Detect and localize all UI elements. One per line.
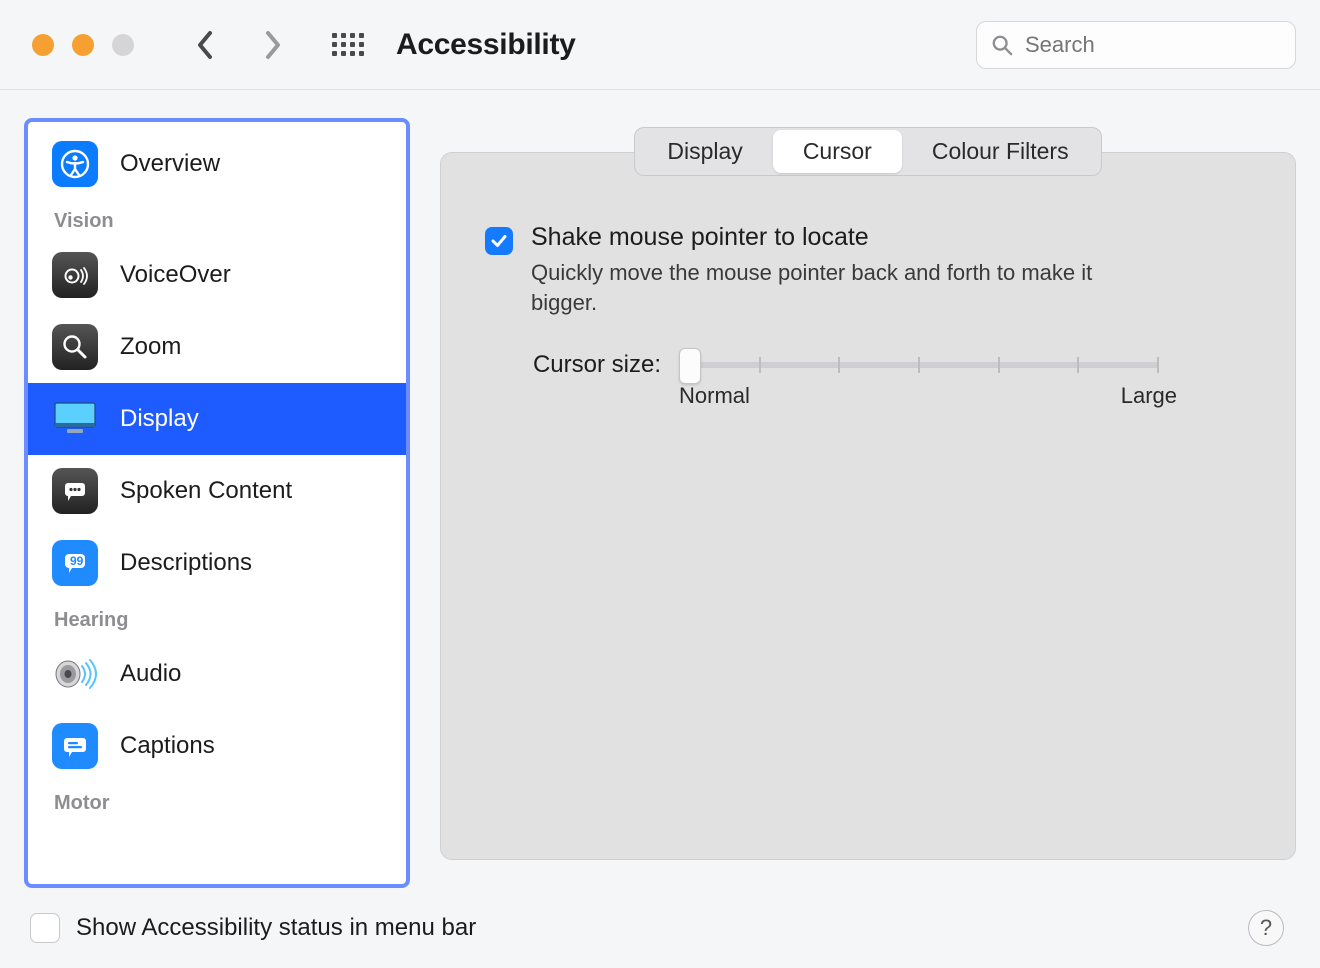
sidebar-item-overview[interactable]: Overview (28, 128, 406, 200)
sidebar-item-label: VoiceOver (120, 261, 231, 289)
svg-text:99: 99 (70, 554, 84, 568)
section-vision: Vision (28, 200, 406, 239)
cursor-size-label: Cursor size: (521, 351, 661, 379)
slider-min-label: Normal (679, 383, 750, 409)
slider-thumb[interactable] (679, 348, 701, 384)
section-hearing: Hearing (28, 599, 406, 638)
show-all-prefs-button[interactable] (330, 27, 366, 63)
slider-ticks (679, 357, 1159, 373)
window-controls (32, 34, 134, 56)
accessibility-icon (52, 141, 98, 187)
shake-pointer-description: Quickly move the mouse pointer back and … (531, 258, 1151, 317)
slider-range-labels: Normal Large (679, 383, 1177, 409)
sidebar[interactable]: Overview Vision VoiceOver Zoom (24, 118, 410, 888)
sidebar-item-voiceover[interactable]: VoiceOver (28, 239, 406, 311)
show-status-label: Show Accessibility status in menu bar (76, 914, 476, 942)
close-window-button[interactable] (32, 34, 54, 56)
chevron-right-icon (262, 30, 282, 60)
forward-button[interactable] (258, 31, 286, 59)
grid-dot-icon (332, 33, 337, 38)
search-field[interactable] (976, 21, 1296, 69)
back-button[interactable] (192, 31, 220, 59)
descriptions-icon: 99 (52, 540, 98, 586)
sidebar-item-captions[interactable]: Captions (28, 710, 406, 782)
settings-card: Display Cursor Colour Filters Shake mous… (440, 152, 1296, 860)
fullscreen-window-button[interactable] (112, 34, 134, 56)
tab-bar: Display Cursor Colour Filters (634, 127, 1101, 176)
slider-max-label: Large (1121, 383, 1177, 409)
sidebar-item-label: Descriptions (120, 549, 252, 577)
minimize-window-button[interactable] (72, 34, 94, 56)
sidebar-item-label: Captions (120, 732, 215, 760)
display-icon (52, 396, 98, 442)
shake-pointer-label: Shake mouse pointer to locate (531, 223, 1151, 252)
spoken-content-icon (52, 468, 98, 514)
cursor-size-row: Cursor size: (521, 351, 1251, 379)
help-button[interactable]: ? (1248, 910, 1284, 946)
sidebar-item-descriptions[interactable]: 99 Descriptions (28, 527, 406, 599)
audio-icon (52, 651, 98, 697)
titlebar: Accessibility (0, 0, 1320, 90)
sidebar-item-zoom[interactable]: Zoom (28, 311, 406, 383)
body: Overview Vision VoiceOver Zoom (0, 90, 1320, 968)
sidebar-item-label: Display (120, 405, 199, 433)
sidebar-item-label: Spoken Content (120, 477, 292, 505)
sidebar-item-label: Zoom (120, 333, 181, 361)
main-pane: Display Cursor Colour Filters Shake mous… (440, 118, 1296, 888)
nav-buttons (192, 31, 286, 59)
show-status-checkbox[interactable] (30, 913, 60, 943)
tab-cursor[interactable]: Cursor (773, 130, 902, 173)
shake-pointer-row: Shake mouse pointer to locate Quickly mo… (485, 223, 1251, 317)
captions-icon (52, 723, 98, 769)
sidebar-item-audio[interactable]: Audio (28, 638, 406, 710)
shake-pointer-checkbox[interactable] (485, 227, 513, 255)
search-input[interactable] (1023, 31, 1281, 59)
sidebar-item-spoken-content[interactable]: Spoken Content (28, 455, 406, 527)
tab-colour-filters[interactable]: Colour Filters (902, 130, 1099, 173)
accessibility-window: Accessibility Overview Vision (0, 0, 1320, 968)
sidebar-item-label: Overview (120, 150, 220, 178)
chevron-left-icon (196, 30, 216, 60)
voiceover-icon (52, 252, 98, 298)
zoom-icon (52, 324, 98, 370)
sidebar-item-display[interactable]: Display (28, 383, 406, 455)
search-icon (991, 34, 1013, 56)
sidebar-item-label: Audio (120, 660, 181, 688)
cursor-size-slider[interactable] (679, 353, 1159, 377)
check-icon (490, 232, 508, 250)
section-motor: Motor (28, 782, 406, 821)
page-title: Accessibility (396, 28, 576, 62)
tab-display[interactable]: Display (637, 130, 772, 173)
footer: Show Accessibility status in menu bar ? (24, 888, 1296, 968)
